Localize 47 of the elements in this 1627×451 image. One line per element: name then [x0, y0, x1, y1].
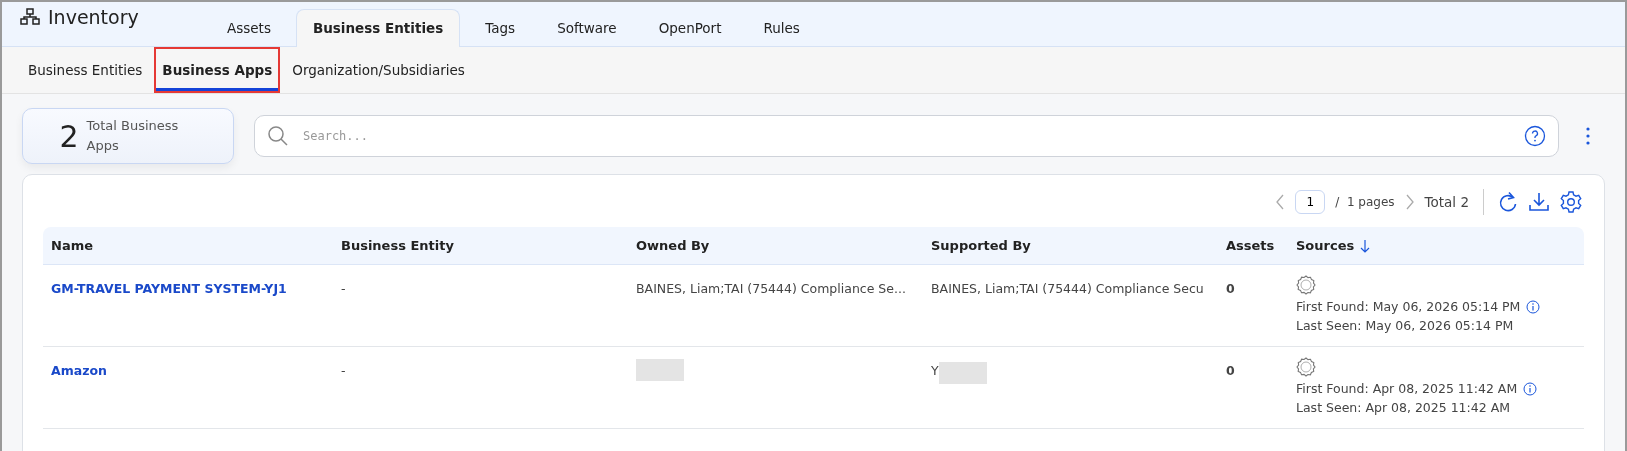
search-icon: [267, 125, 289, 147]
sub-tab[interactable]: Business Entities: [20, 47, 151, 93]
tab[interactable]: Assets: [210, 9, 288, 47]
first-found-text: First Found: Apr 08, 2025 11:42 AM: [1296, 381, 1518, 396]
column-header[interactable]: Sources: [1296, 238, 1355, 253]
app-title: Inventory: [48, 6, 139, 28]
app-link[interactable]: GM-TRAVEL PAYMENT SYSTEM-YJ1: [51, 281, 287, 296]
last-seen-text: Last Seen: Apr 08, 2025 11:42 AM: [1296, 400, 1510, 415]
more-icon[interactable]: [1585, 126, 1591, 146]
app-link[interactable]: Amazon: [51, 363, 107, 378]
tab[interactable]: Business Entities: [295, 9, 461, 47]
help-icon[interactable]: [1524, 125, 1546, 147]
info-icon[interactable]: [1526, 299, 1541, 314]
column-header[interactable]: Name: [51, 238, 93, 253]
table-cell: 0: [1226, 281, 1235, 296]
table-cell: -: [341, 363, 346, 378]
badge-icon: [1296, 275, 1316, 295]
table-cell: 0: [1226, 363, 1235, 378]
column-header[interactable]: Business Entity: [341, 238, 454, 253]
hierarchy-icon: [20, 8, 40, 26]
search-bar[interactable]: Search...: [254, 115, 1559, 157]
last-seen-text: Last Seen: May 06, 2026 05:14 PM: [1296, 318, 1514, 333]
refresh-icon[interactable]: [1498, 191, 1518, 213]
sub-tab[interactable]: Business Apps: [154, 47, 281, 93]
total-count: 2: [59, 118, 79, 154]
column-header[interactable]: Supported By: [931, 238, 1031, 253]
table-cell: BAINES, Liam;TAI (75444) Compliance Secu: [931, 281, 1204, 296]
table-cell: BAINES, Liam;TAI (75444) Compliance Se...: [636, 281, 906, 296]
tab[interactable]: Rules: [746, 9, 817, 47]
column-header[interactable]: Assets: [1226, 238, 1275, 253]
info-icon[interactable]: [1523, 381, 1538, 396]
column-header[interactable]: Owned By: [636, 238, 710, 253]
sort-arrow-icon[interactable]: [1360, 238, 1371, 253]
settings-icon[interactable]: [1560, 191, 1582, 213]
table-cell: Y: [931, 363, 939, 378]
page-count: / 1 pages: [1335, 195, 1395, 209]
first-found-text: First Found: May 06, 2026 05:14 PM: [1296, 299, 1521, 314]
tab[interactable]: Software: [540, 9, 634, 47]
tab[interactable]: OpenPort: [641, 9, 739, 47]
download-icon[interactable]: [1528, 192, 1550, 212]
sub-tab[interactable]: Organization/Subsidiaries: [284, 47, 473, 93]
table-cell: -: [341, 281, 346, 296]
badge-icon: [1296, 357, 1316, 377]
tab[interactable]: Tags: [468, 9, 533, 47]
page-field[interactable]: 1: [1295, 190, 1326, 214]
total-label: Total Business Apps: [86, 117, 180, 155]
total-text: Total 2: [1424, 194, 1469, 210]
